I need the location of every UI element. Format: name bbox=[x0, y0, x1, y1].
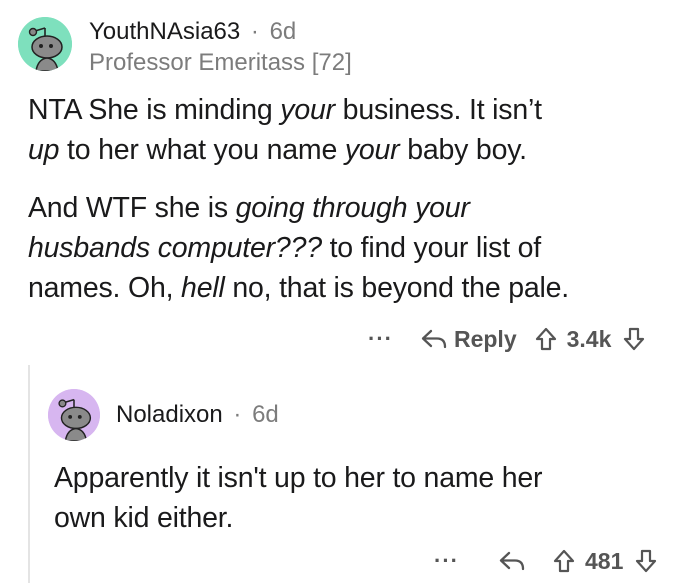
downvote-arrow-icon bbox=[636, 549, 657, 573]
text-emphasis: your bbox=[344, 134, 400, 166]
text-span: NTA She is minding bbox=[28, 94, 281, 126]
text-emphasis: hell bbox=[181, 272, 225, 304]
text-span: no, that is beyond the pale. bbox=[224, 272, 569, 304]
user-avatar[interactable] bbox=[18, 17, 72, 71]
vote-score: 3.4k bbox=[566, 325, 612, 352]
separator-dot: · bbox=[250, 18, 259, 45]
username[interactable]: YouthNAsia63 bbox=[89, 18, 240, 45]
comment-actions: ··· 481 bbox=[434, 544, 657, 578]
username[interactable]: Noladixon bbox=[116, 401, 223, 428]
comment-age: 6d bbox=[269, 18, 297, 45]
text-span: business. It isn’t bbox=[334, 94, 542, 126]
user-avatar[interactable] bbox=[48, 389, 100, 441]
text-span: And WTF she is bbox=[28, 192, 236, 224]
comment-body: Apparently it isn't up to her to name he… bbox=[54, 458, 694, 538]
comment-paragraph: NTA She is minding your business. It isn… bbox=[28, 90, 688, 170]
upvote-arrow-icon bbox=[553, 549, 575, 573]
more-options-button[interactable]: ··· bbox=[434, 548, 459, 574]
comment-paragraph: And WTF she is going through your husban… bbox=[28, 188, 688, 308]
text-span: to her what you name bbox=[59, 134, 345, 166]
upvote-button[interactable] bbox=[535, 327, 557, 351]
text-span: names. Oh, bbox=[28, 272, 182, 304]
reply-arrow-icon bbox=[421, 329, 447, 349]
comment-header: YouthNAsia63 · 6d Professor Emeritass [7… bbox=[18, 17, 352, 77]
vote-score: 481 bbox=[584, 547, 624, 574]
user-flair: Professor Emeritass [72] bbox=[89, 49, 352, 76]
comment-body: NTA She is minding your business. It isn… bbox=[28, 90, 688, 308]
text-span: Apparently it isn't up to her to name he… bbox=[54, 462, 543, 494]
text-emphasis: your bbox=[280, 94, 335, 126]
comment-meta: Noladixon · 6d bbox=[116, 401, 279, 429]
downvote-arrow-icon bbox=[624, 327, 645, 351]
reply-arrow-icon bbox=[499, 551, 525, 571]
text-emphasis: going through your bbox=[235, 192, 470, 224]
comment-header: Noladixon · 6d bbox=[48, 389, 279, 441]
reply-button[interactable] bbox=[499, 550, 525, 572]
text-emphasis: up bbox=[28, 134, 60, 166]
comment-paragraph: Apparently it isn't up to her to name he… bbox=[54, 458, 694, 538]
reply-button[interactable]: Reply bbox=[421, 326, 517, 353]
downvote-button[interactable] bbox=[635, 549, 657, 573]
more-options-button[interactable]: ··· bbox=[368, 326, 393, 352]
separator-dot: · bbox=[233, 401, 242, 428]
reply-label: Reply bbox=[453, 325, 517, 352]
text-emphasis: husbands computer??? bbox=[28, 232, 322, 264]
text-span: baby boy. bbox=[399, 134, 527, 166]
upvote-arrow-icon bbox=[535, 327, 556, 351]
thread-line[interactable] bbox=[28, 365, 30, 583]
downvote-button[interactable] bbox=[623, 327, 645, 351]
text-span: to find your list of bbox=[321, 232, 542, 264]
text-span: own kid either. bbox=[54, 502, 234, 534]
comment-actions: ··· Reply 3.4k bbox=[368, 322, 645, 356]
upvote-button[interactable] bbox=[553, 549, 575, 573]
snoo-avatar-icon bbox=[18, 17, 72, 71]
comment-meta: YouthNAsia63 · 6d Professor Emeritass [7… bbox=[89, 17, 352, 77]
snoo-avatar-icon bbox=[48, 389, 100, 441]
comment-age: 6d bbox=[252, 401, 279, 428]
